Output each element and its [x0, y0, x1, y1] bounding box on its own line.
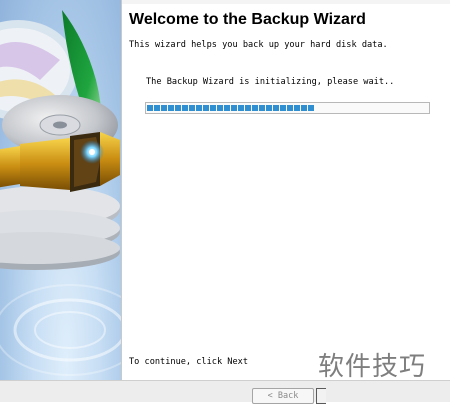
- progress-segment: [210, 105, 216, 111]
- progress-segment: [196, 105, 202, 111]
- progress-bar: [145, 102, 430, 114]
- progress-segment: [182, 105, 188, 111]
- watermark-text: 软件技巧: [318, 352, 427, 382]
- continue-instruction: To continue, click Next: [129, 357, 248, 367]
- progress-segment: [287, 105, 293, 111]
- page-title: Welcome to the Backup Wizard: [129, 11, 366, 28]
- progress-segment: [238, 105, 244, 111]
- progress-segment: [147, 105, 153, 111]
- progress-segment: [189, 105, 195, 111]
- progress-segment: [259, 105, 265, 111]
- progress-segment: [273, 105, 279, 111]
- wizard-banner-image: [0, 0, 121, 380]
- progress-segment: [231, 105, 237, 111]
- progress-segment: [266, 105, 272, 111]
- progress-segment: [217, 105, 223, 111]
- status-text: The Backup Wizard is initializing, pleas…: [146, 77, 395, 87]
- disk-cd-illustration: [0, 10, 121, 376]
- progress-segment: [161, 105, 167, 111]
- progress-segment: [280, 105, 286, 111]
- progress-segment: [224, 105, 230, 111]
- progress-segment: [154, 105, 160, 111]
- progress-segment: [294, 105, 300, 111]
- progress-segment: [301, 105, 307, 111]
- banner-divider: [121, 0, 122, 380]
- page-subtitle: This wizard helps you back up your hard …: [129, 40, 388, 50]
- title-bar-edge: [122, 0, 450, 4]
- progress-segment: [245, 105, 251, 111]
- back-button[interactable]: < Back: [252, 388, 314, 404]
- progress-segment: [308, 105, 314, 111]
- progress-segment: [175, 105, 181, 111]
- progress-segment: [168, 105, 174, 111]
- progress-segment: [252, 105, 258, 111]
- next-button[interactable]: [316, 388, 326, 404]
- backup-wizard-window: Welcome to the Backup Wizard This wizard…: [0, 0, 450, 404]
- progress-segment: [203, 105, 209, 111]
- progress-bar-fill: [147, 105, 314, 111]
- wizard-footer: [0, 380, 450, 402]
